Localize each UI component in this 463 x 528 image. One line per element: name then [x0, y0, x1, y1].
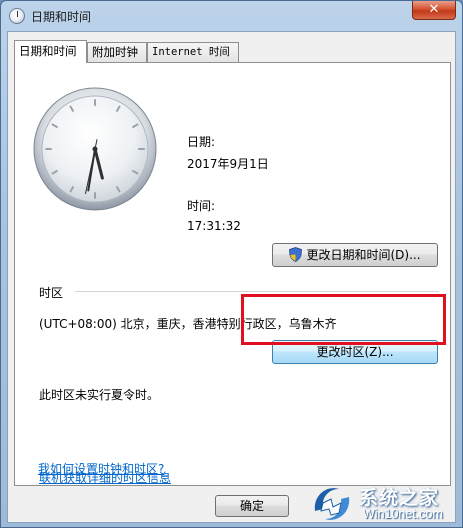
- date-value: 2017年9月1日: [187, 157, 269, 171]
- tab-internet-time[interactable]: Internet 时间: [147, 42, 239, 62]
- dialog-client: 日期和时间 附加时钟 Internet 时间 日期: 2017年9月1日 时间:…: [7, 31, 456, 523]
- time-value: 17:31:32: [187, 219, 241, 233]
- tab-panel: 日期: 2017年9月1日 时间: 17:31:32 更改日期和时间(D)...…: [14, 62, 451, 486]
- title-bar[interactable]: 日期和时间 ✕: [1, 1, 462, 31]
- window-title: 日期和时间: [31, 10, 92, 24]
- analog-clock: [33, 87, 157, 211]
- timezone-section-label: 时区: [39, 286, 64, 300]
- window: 日期和时间 ✕ 日期和时间 附加时钟 Internet 时间 日期: 2017年…: [0, 0, 463, 528]
- highlight-box: [241, 294, 446, 345]
- date-label: 日期:: [187, 135, 216, 149]
- ok-button[interactable]: 确定: [215, 495, 289, 517]
- how-to-set-clock-link[interactable]: 我如何设置时钟和时区?: [38, 460, 164, 477]
- change-date-time-button[interactable]: 更改日期和时间(D)...: [272, 243, 438, 267]
- change-date-time-label: 更改日期和时间(D)...: [306, 248, 421, 262]
- watermark-logo-icon: [314, 488, 350, 520]
- watermark: 系统之家 Win10net.com: [301, 477, 463, 528]
- close-button[interactable]: ✕: [412, 1, 456, 20]
- tab-date-time[interactable]: 日期和时间: [14, 40, 87, 63]
- tab-additional-clocks[interactable]: 附加时钟: [87, 42, 147, 62]
- watermark-subtitle: Win10net.com: [363, 507, 443, 521]
- watermark-title: 系统之家: [359, 487, 440, 509]
- time-label: 时间:: [187, 199, 216, 213]
- clock-icon: [9, 8, 25, 24]
- uac-shield-icon: [289, 247, 303, 262]
- section-divider: [75, 291, 439, 292]
- dst-note: 此时区未实行夏令时。: [39, 388, 160, 402]
